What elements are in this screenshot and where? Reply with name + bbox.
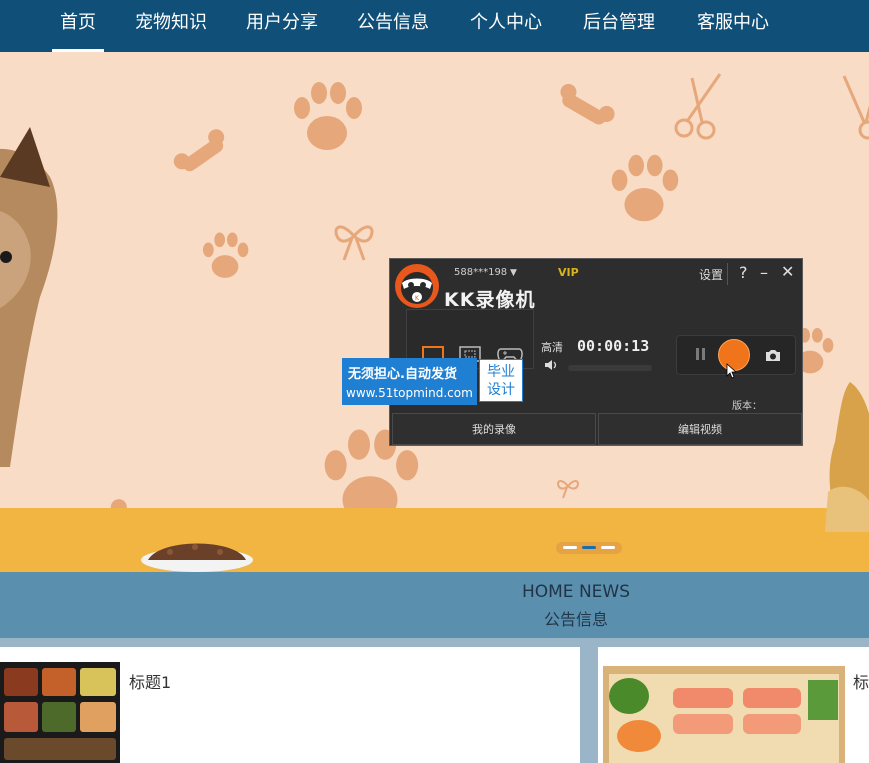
recording-controls	[676, 335, 796, 375]
nav-item-personal-center[interactable]: 个人中心	[470, 0, 542, 52]
pause-icon[interactable]	[695, 348, 707, 362]
help-icon[interactable]: ?	[739, 263, 748, 282]
scissors-decoration	[842, 75, 869, 140]
news-heading-en: HOME NEWS	[521, 582, 631, 602]
news-card[interactable]: 标题1	[0, 647, 580, 763]
yorkie-dog-image	[0, 127, 58, 467]
nav-item-admin[interactable]: 后台管理	[583, 0, 655, 52]
toolbar-divider	[727, 263, 728, 285]
scissors-decoration	[674, 73, 722, 140]
ribbon-decoration	[334, 225, 374, 261]
paw-print-decoration	[203, 232, 249, 278]
top-nav: 首页 宠物知识 用户分享 公告信息 个人中心 后台管理 客服中心	[0, 0, 869, 52]
bone-decoration	[559, 90, 609, 128]
camera-icon[interactable]	[765, 348, 781, 362]
news-section-header: HOME NEWS 公告信息	[0, 572, 869, 638]
banner-floor	[0, 508, 869, 572]
news-heading-cn: 公告信息	[543, 610, 608, 629]
close-icon[interactable]: ✕	[781, 262, 794, 281]
kk-recorder-window[interactable]: K 588***198 ▼ VIP 设置 ? – ✕ KK录像机 高清 00:0…	[389, 258, 803, 446]
news-card-title[interactable]: 标题1	[129, 669, 171, 693]
vip-badge[interactable]: VIP	[558, 266, 579, 279]
news-card[interactable]: 标	[598, 647, 869, 763]
mouse-cursor-icon	[726, 363, 736, 379]
carousel-dot-3[interactable]	[601, 546, 615, 549]
watermark-tag-line2: 设计	[487, 382, 515, 398]
news-thumbnail-salmon-platter	[603, 666, 845, 763]
watermark-slogan: 无须担心.自动发货	[348, 367, 457, 382]
recording-timer: 00:00:13	[577, 337, 650, 355]
nav-item-announcements[interactable]: 公告信息	[357, 0, 429, 52]
news-thumbnail-food-box	[0, 662, 120, 763]
app-title: KK录像机	[444, 289, 536, 311]
edit-video-button[interactable]: 编辑视频	[598, 413, 802, 445]
nav-item-customer-service[interactable]: 客服中心	[697, 0, 769, 52]
quality-label[interactable]: 高清	[541, 339, 563, 355]
paw-print-decoration	[611, 154, 679, 222]
news-list: 标题1 标	[0, 638, 869, 763]
paw-print-decoration	[294, 82, 362, 150]
nav-item-user-share[interactable]: 用户分享	[246, 0, 318, 52]
watermark-text-box: 无须担心.自动发货 www.51topmind.com	[342, 358, 477, 405]
nav-item-pet-knowledge[interactable]: 宠物知识	[135, 0, 207, 52]
my-recordings-button[interactable]: 我的录像	[392, 413, 596, 445]
volume-icon[interactable]	[544, 359, 558, 371]
account-dropdown-icon[interactable]: ▼	[510, 268, 517, 278]
carousel-dot-1[interactable]	[563, 546, 577, 549]
watermark-tag-line1: 毕业	[487, 364, 515, 380]
watermark-url: www.51topmind.com	[346, 386, 473, 400]
carousel-dot-2[interactable]	[582, 546, 596, 549]
dog-in-coat-image	[825, 382, 869, 532]
carousel-indicator	[556, 542, 622, 554]
ribbon-decoration	[557, 480, 579, 499]
pet-food-bowl-image	[141, 543, 253, 572]
nav-item-home[interactable]: 首页	[52, 0, 104, 52]
bone-decoration	[180, 136, 226, 174]
kk-logo-icon: K	[395, 264, 439, 308]
watermark-overlay: 无须担心.自动发货 www.51topmind.com 毕业 设计	[342, 358, 525, 405]
minimize-icon[interactable]: –	[760, 263, 768, 282]
news-card-title[interactable]: 标	[853, 669, 869, 693]
settings-button[interactable]: 设置	[699, 266, 723, 283]
account-label: 588***198	[454, 267, 508, 278]
volume-slider[interactable]	[568, 365, 652, 371]
watermark-tag: 毕业 设计	[479, 359, 523, 402]
